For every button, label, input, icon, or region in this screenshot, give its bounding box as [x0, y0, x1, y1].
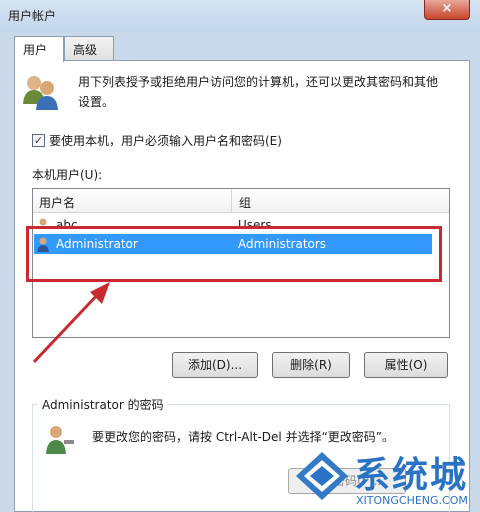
- watermark-site: XITONGCHENG.COM: [356, 494, 468, 507]
- description-line-1: 用下列表授予或拒绝用户访问您的计算机，还可以更改其密码和其他: [78, 75, 439, 89]
- user-icon: [39, 218, 47, 227]
- title-bar: 用户帐户 ×: [0, 0, 480, 32]
- password-group-title: Administrator 的密码: [38, 396, 168, 413]
- password-hint-text: 要更改您的密码，请按 Ctrl-Alt-Del 并选择“更改密码”。: [92, 430, 395, 444]
- require-login-row[interactable]: ✓ 要使用本机，用户必须输入用户名和密码(E): [32, 132, 282, 149]
- close-button[interactable]: ×: [424, 0, 470, 20]
- annotation-arrow: [32, 282, 110, 364]
- description-line-2: 设置。: [78, 95, 115, 109]
- list-header: 用户名 组: [33, 189, 449, 213]
- row-username: Administrator: [56, 237, 138, 251]
- row-group: Administrators: [238, 237, 327, 251]
- remove-button[interactable]: 删除(R): [272, 352, 350, 378]
- require-login-checkbox[interactable]: ✓: [32, 134, 45, 147]
- properties-button[interactable]: 属性(O): [364, 352, 448, 378]
- user-key-icon: [46, 426, 74, 454]
- row-group: Users: [238, 218, 272, 227]
- tab-users[interactable]: 用户: [14, 36, 64, 62]
- description: 用下列表授予或拒绝用户访问您的计算机，还可以更改其密码和其他 设置。: [78, 72, 458, 112]
- watermark-brand: 系统城: [354, 454, 469, 496]
- column-separator[interactable]: [231, 189, 232, 213]
- row-username: abc: [56, 218, 78, 227]
- add-button[interactable]: 添加(D)...: [172, 352, 258, 378]
- column-group[interactable]: 组: [239, 194, 251, 211]
- tab-advanced[interactable]: 高级: [64, 36, 114, 60]
- window-title: 用户帐户: [8, 9, 57, 23]
- table-row-administrator[interactable]: Administrator Administrators: [34, 234, 432, 254]
- user-icon: [37, 237, 49, 252]
- column-username[interactable]: 用户名: [39, 194, 75, 211]
- users-icon: [23, 76, 58, 110]
- users-section-label: 本机用户(U):: [32, 168, 103, 182]
- table-row-abc[interactable]: abc Users: [34, 215, 432, 227]
- require-login-label: 要使用本机，用户必须输入用户名和密码(E): [49, 134, 282, 148]
